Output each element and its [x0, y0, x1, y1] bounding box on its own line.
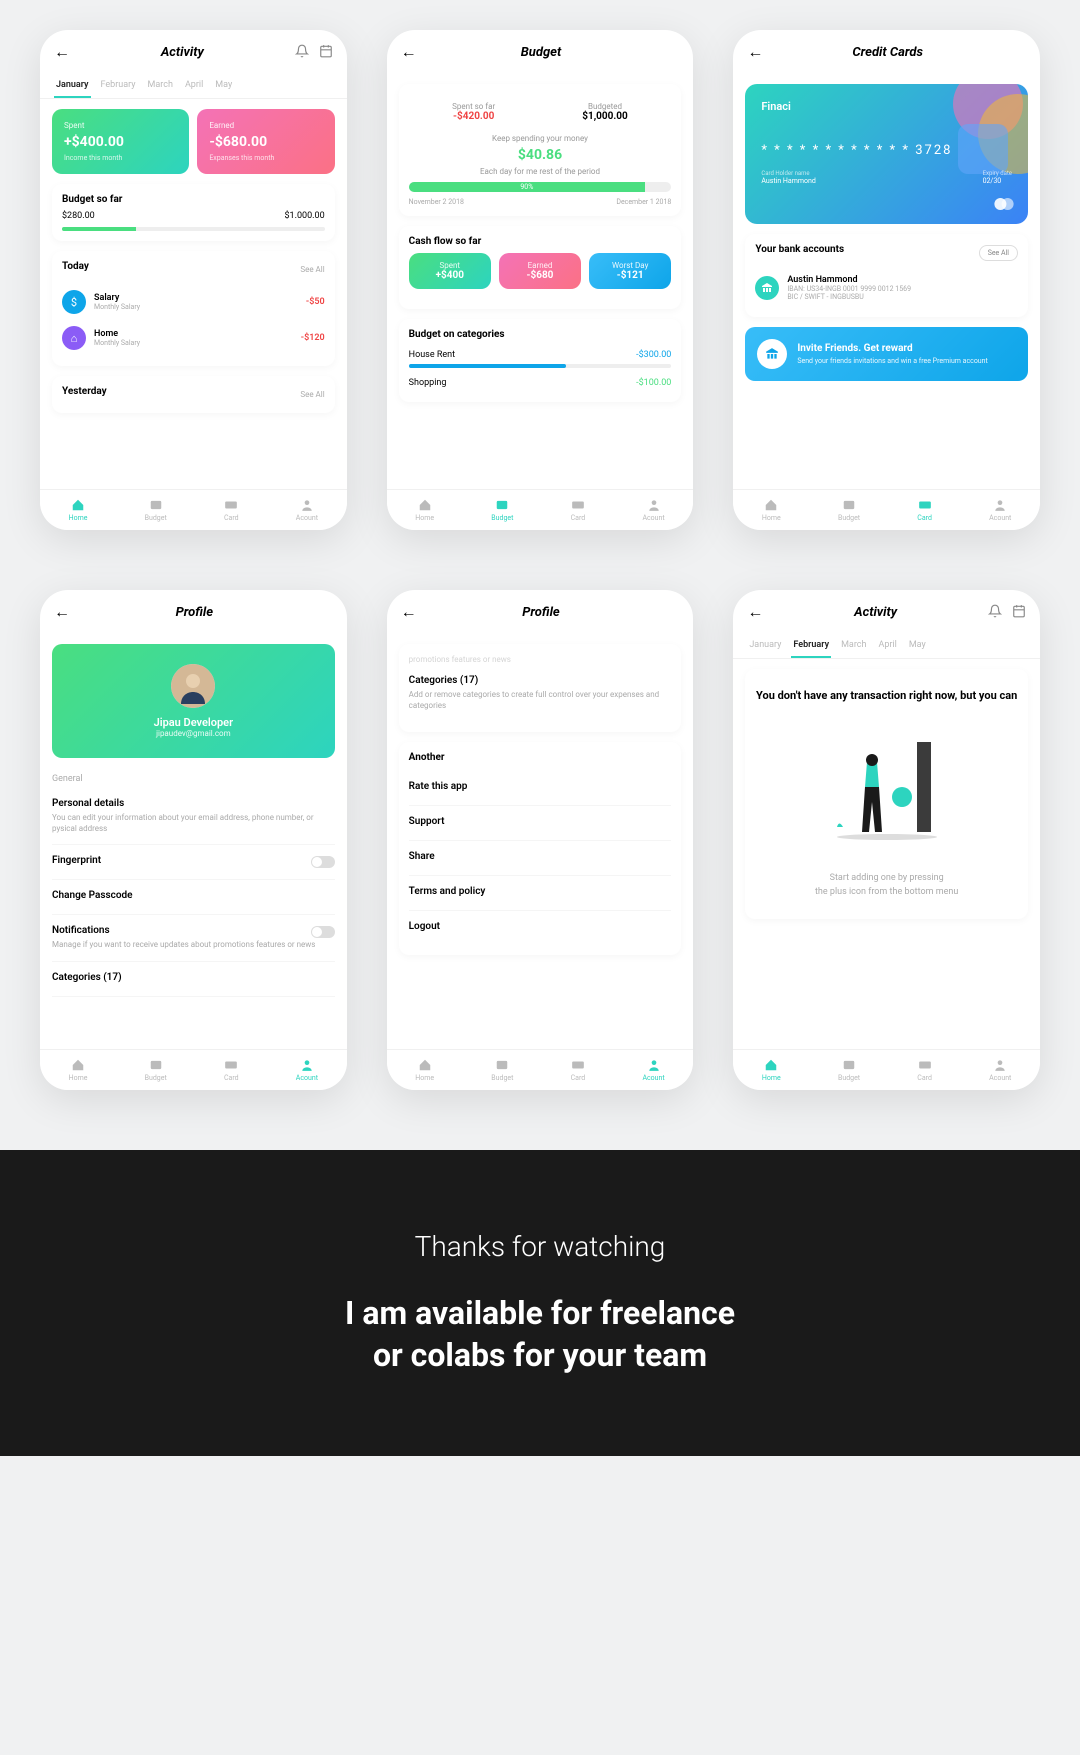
- bottom-nav: Home Budget Card Acount: [40, 489, 347, 530]
- phone-profile2: ← Profile promotions features or news Ca…: [387, 590, 694, 1090]
- back-icon[interactable]: ←: [54, 42, 70, 62]
- nav-card[interactable]: Card: [917, 498, 932, 522]
- back-icon[interactable]: ←: [54, 602, 70, 622]
- earned-card[interactable]: Earned -$680.00 Expanses this month: [197, 109, 334, 174]
- nav-card[interactable]: Card: [917, 1058, 932, 1082]
- bank-icon: [765, 347, 779, 361]
- nav-home[interactable]: Home: [69, 498, 88, 522]
- nav-card[interactable]: Card: [224, 498, 239, 522]
- progress-bar: 90%: [409, 182, 672, 192]
- nav-home[interactable]: Home: [762, 1058, 781, 1082]
- phone-activity-empty: ← Activity January February March April …: [733, 590, 1040, 1090]
- tab-january[interactable]: January: [54, 74, 91, 98]
- today-section: TodaySee All $ SalaryMonthly Salary -$50…: [52, 251, 335, 366]
- nav-account[interactable]: Acount: [642, 1058, 664, 1082]
- home-icon: ⌂: [62, 326, 86, 350]
- nav-account[interactable]: Acount: [296, 1058, 318, 1082]
- cash-earned[interactable]: Earned-$680: [499, 253, 581, 289]
- calendar-icon[interactable]: [1012, 603, 1026, 622]
- tab-march[interactable]: March: [839, 634, 868, 658]
- avatar[interactable]: [171, 664, 215, 708]
- nav-budget[interactable]: Budget: [491, 1058, 513, 1082]
- page-title: Activity: [161, 45, 204, 60]
- phone-cards: ← Credit Cards Finaci * * * * * * * * * …: [733, 30, 1040, 530]
- cash-spent[interactable]: Spent+$400: [409, 253, 491, 289]
- cash-worst[interactable]: Worst Day-$121: [589, 253, 671, 289]
- phone-profile1: ← Profile Jipau Developer jipaudev@gmail…: [40, 590, 347, 1090]
- page-title: Credit Cards: [852, 45, 923, 60]
- toggle[interactable]: [311, 926, 335, 938]
- invite-card[interactable]: Invite Friends. Get rewardSend your frie…: [745, 327, 1028, 381]
- tab-may[interactable]: May: [907, 634, 928, 658]
- nav-card[interactable]: Card: [224, 1058, 239, 1082]
- tab-april[interactable]: April: [183, 74, 205, 98]
- toggle[interactable]: [311, 856, 335, 868]
- page-title: Profile: [522, 605, 560, 620]
- nav-card[interactable]: Card: [571, 1058, 586, 1082]
- mastercard-icon: [992, 196, 1016, 212]
- tab-april[interactable]: April: [876, 634, 898, 658]
- nav-account[interactable]: Acount: [642, 498, 664, 522]
- bank-icon: [755, 276, 779, 300]
- tab-february[interactable]: February: [99, 74, 138, 98]
- tab-february[interactable]: February: [791, 634, 831, 658]
- phone-activity: ← Activity January February March April …: [40, 30, 347, 530]
- setting-categories[interactable]: Categories (17) Add or remove categories…: [409, 665, 672, 721]
- page-title: Budget: [521, 45, 562, 60]
- nav-account[interactable]: Acount: [989, 1058, 1011, 1082]
- back-icon[interactable]: ←: [401, 602, 417, 622]
- nav-home[interactable]: Home: [415, 498, 434, 522]
- footer: Thanks for watching I am available for f…: [0, 1150, 1080, 1456]
- back-icon[interactable]: ←: [401, 42, 417, 62]
- nav-card[interactable]: Card: [571, 498, 586, 522]
- nav-home[interactable]: Home: [69, 1058, 88, 1082]
- setting-fingerprint[interactable]: Fingerprint: [52, 845, 335, 880]
- setting-categories[interactable]: Categories (17): [52, 962, 335, 997]
- nav-account[interactable]: Acount: [989, 498, 1011, 522]
- setting-share[interactable]: Share: [409, 841, 672, 876]
- setting-passcode[interactable]: Change Passcode: [52, 880, 335, 915]
- phone-budget: ← Budget Spent so far-$420.00 Budgeted$1…: [387, 30, 694, 530]
- empty-illustration: [755, 722, 1018, 862]
- setting-personal[interactable]: Personal details You can edit your infor…: [52, 788, 335, 845]
- spent-card[interactable]: Spent +$400.00 Income this month: [52, 109, 189, 174]
- tab-may[interactable]: May: [213, 74, 234, 98]
- see-all-button[interactable]: See All: [979, 245, 1018, 261]
- nav-budget[interactable]: Budget: [145, 498, 167, 522]
- budget-section: Budget so far $280.00$1.000.00: [52, 184, 335, 241]
- empty-state: You don't have any transaction right now…: [745, 669, 1028, 919]
- bank-account-item[interactable]: Austin HammondIBAN: US34-INGB 0001 9999 …: [755, 269, 1018, 307]
- nav-home[interactable]: Home: [762, 498, 781, 522]
- nav-budget[interactable]: Budget: [838, 1058, 860, 1082]
- nav-budget[interactable]: Budget: [145, 1058, 167, 1082]
- nav-home[interactable]: Home: [415, 1058, 434, 1082]
- setting-logout[interactable]: Logout: [409, 911, 672, 945]
- see-all-link[interactable]: See All: [300, 390, 324, 399]
- header: ← Activity: [40, 30, 347, 74]
- nav-account[interactable]: Acount: [296, 498, 318, 522]
- setting-notifications[interactable]: Notifications Manage if you want to rece…: [52, 915, 335, 961]
- setting-rate[interactable]: Rate this app: [409, 771, 672, 806]
- yesterday-section: YesterdaySee All: [52, 376, 335, 413]
- setting-terms[interactable]: Terms and policy: [409, 876, 672, 911]
- see-all-link[interactable]: See All: [300, 265, 324, 274]
- page-title: Profile: [176, 605, 214, 620]
- tab-march[interactable]: March: [146, 74, 175, 98]
- dollar-icon: $: [62, 290, 86, 314]
- calendar-icon[interactable]: [319, 43, 333, 62]
- credit-card[interactable]: Finaci * * * * * * * * * * * * 3728 Card…: [745, 84, 1028, 224]
- list-item[interactable]: $ SalaryMonthly Salary -$50: [62, 284, 325, 320]
- profile-header: Jipau Developer jipaudev@gmail.com: [52, 644, 335, 758]
- nav-budget[interactable]: Budget: [838, 498, 860, 522]
- setting-support[interactable]: Support: [409, 806, 672, 841]
- list-item[interactable]: ⌂ HomeMonthly Salary -$120: [62, 320, 325, 356]
- page-title: Activity: [854, 605, 897, 620]
- bell-icon[interactable]: [295, 43, 309, 62]
- tab-january[interactable]: January: [747, 634, 783, 658]
- bell-icon[interactable]: [988, 603, 1002, 622]
- back-icon[interactable]: ←: [747, 602, 763, 622]
- nav-budget[interactable]: Budget: [491, 498, 513, 522]
- month-tabs: January February March April May: [40, 74, 347, 99]
- back-icon[interactable]: ←: [747, 42, 763, 62]
